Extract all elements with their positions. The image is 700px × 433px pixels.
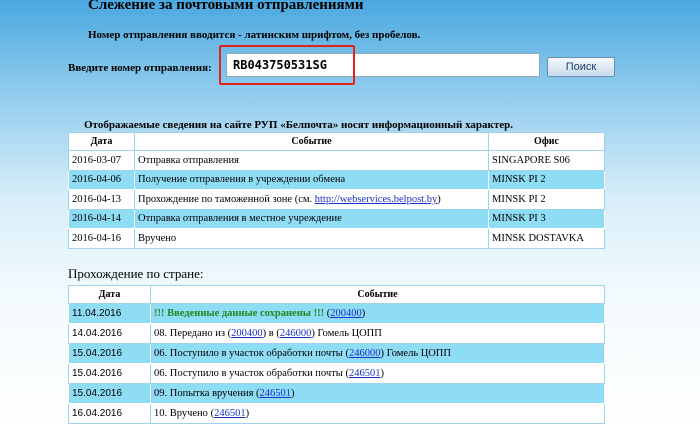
postcode-link[interactable]: 246000: [280, 328, 312, 339]
table-row: 11.04.2016 !!! Введенные данные сохранен…: [68, 303, 605, 324]
postcode-link[interactable]: 246501: [260, 388, 292, 399]
row-date: 2016-03-07: [68, 150, 135, 171]
column-header-event: Событие: [150, 285, 605, 304]
domestic-section-title: Прохождение по стране:: [68, 266, 204, 281]
event-text: Гомель ЦОПП: [314, 328, 382, 339]
row-event: 08. Передано из (200400) в (246000) Гоме…: [150, 323, 605, 344]
event-text: Гомель ЦОПП: [383, 348, 451, 359]
row-event: Отправка отправления в местное учреждени…: [134, 208, 489, 229]
saved-notice: !!! Введенные данные сохранены !!!: [154, 308, 325, 319]
row-date: 11.04.2016: [68, 303, 151, 324]
row-event: Получение отправления в учреждении обмен…: [134, 169, 489, 190]
event-text: в: [266, 328, 277, 339]
column-header-office: Офис: [488, 132, 605, 151]
input-hint: Номер отправления вводится - латинским ш…: [88, 29, 421, 41]
column-header-date: Дата: [68, 132, 135, 151]
table-row: 2016-04-16 Вручено MINSK DOSTAVKA: [68, 228, 605, 249]
event-text: 10. Вручено: [154, 408, 211, 419]
row-event: 06. Поступило в участок обработки почты …: [150, 363, 605, 384]
event-text: 06. Поступило в участок обработки почты: [154, 348, 346, 359]
table-row: 14.04.2016 08. Передано из (200400) в (2…: [68, 323, 605, 344]
row-office: MINSK PI 2: [488, 169, 605, 190]
event-text: 08. Передано из: [154, 328, 228, 339]
domestic-tracking-table: Дата Событие 11.04.2016 !!! Введенные да…: [68, 285, 605, 424]
international-tracking-table: Дата Событие Офис 2016-03-07 Отправка от…: [68, 132, 605, 249]
postcode-link[interactable]: 246000: [349, 348, 381, 359]
row-event: 10. Вручено (246501): [150, 403, 605, 424]
info-note: Отображаемые сведения на сайте РУП «Белп…: [84, 119, 514, 131]
row-date: 2016-04-06: [68, 169, 135, 190]
row-date: 15.04.2016: [68, 363, 151, 384]
row-office: MINSK PI 2: [488, 189, 605, 210]
column-header-date: Дата: [68, 285, 151, 304]
table-row: 16.04.2016 10. Вручено (246501): [68, 403, 605, 424]
table-header-row: Дата Событие Офис: [68, 132, 605, 151]
table-row: 15.04.2016 09. Попытка вручения (246501): [68, 383, 605, 404]
row-event: 09. Попытка вручения (246501): [150, 383, 605, 404]
row-date: 2016-04-14: [68, 208, 135, 229]
tracking-number-input[interactable]: [226, 53, 540, 77]
tracking-number-label: Введите номер отправления:: [68, 62, 212, 74]
row-date: 15.04.2016: [68, 383, 151, 404]
search-button[interactable]: Поиск: [547, 57, 615, 77]
row-office: SINGAPORE S06: [488, 150, 605, 171]
postcode-link[interactable]: 200400: [231, 328, 263, 339]
row-event: 06. Поступило в участок обработки почты …: [150, 343, 605, 364]
table-row: 2016-04-13 Прохождение по таможенной зон…: [68, 189, 605, 210]
table-row: 2016-03-07 Отправка отправления SINGAPOR…: [68, 150, 605, 171]
event-text: 09. Попытка вручения: [154, 388, 257, 399]
row-event: Отправка отправления: [134, 150, 489, 171]
postcode-link[interactable]: 200400: [330, 308, 362, 319]
row-date: 16.04.2016: [68, 403, 151, 424]
event-text: 06. Поступило в участок обработки почты: [154, 368, 346, 379]
postcode-link[interactable]: 246501: [214, 408, 246, 419]
row-date: 15.04.2016: [68, 343, 151, 364]
event-text: Прохождение по таможенной зоне (см.: [138, 193, 315, 205]
row-office: MINSK PI 3: [488, 208, 605, 229]
row-event: Вручено: [134, 228, 489, 249]
row-date: 2016-04-13: [68, 189, 135, 210]
row-date: 2016-04-16: [68, 228, 135, 249]
table-row: 2016-04-14 Отправка отправления в местно…: [68, 208, 605, 229]
customs-link[interactable]: http://webservices.belpost.by: [315, 194, 437, 205]
table-header-row: Дата Событие: [68, 285, 605, 304]
row-event: !!! Введенные данные сохранены !!! (2004…: [150, 303, 605, 324]
page-title: Слежение за почтовыми отправлениями: [88, 0, 364, 13]
postcode-link[interactable]: 246501: [349, 368, 381, 379]
table-row: 15.04.2016 06. Поступило в участок обраб…: [68, 343, 605, 364]
event-text: ): [437, 193, 441, 205]
column-header-event: Событие: [134, 132, 489, 151]
row-event: Прохождение по таможенной зоне (см. http…: [134, 189, 489, 210]
table-row: 15.04.2016 06. Поступило в участок обраб…: [68, 363, 605, 384]
table-row: 2016-04-06 Получение отправления в учреж…: [68, 169, 605, 190]
row-office: MINSK DOSTAVKA: [488, 228, 605, 249]
row-date: 14.04.2016: [68, 323, 151, 344]
